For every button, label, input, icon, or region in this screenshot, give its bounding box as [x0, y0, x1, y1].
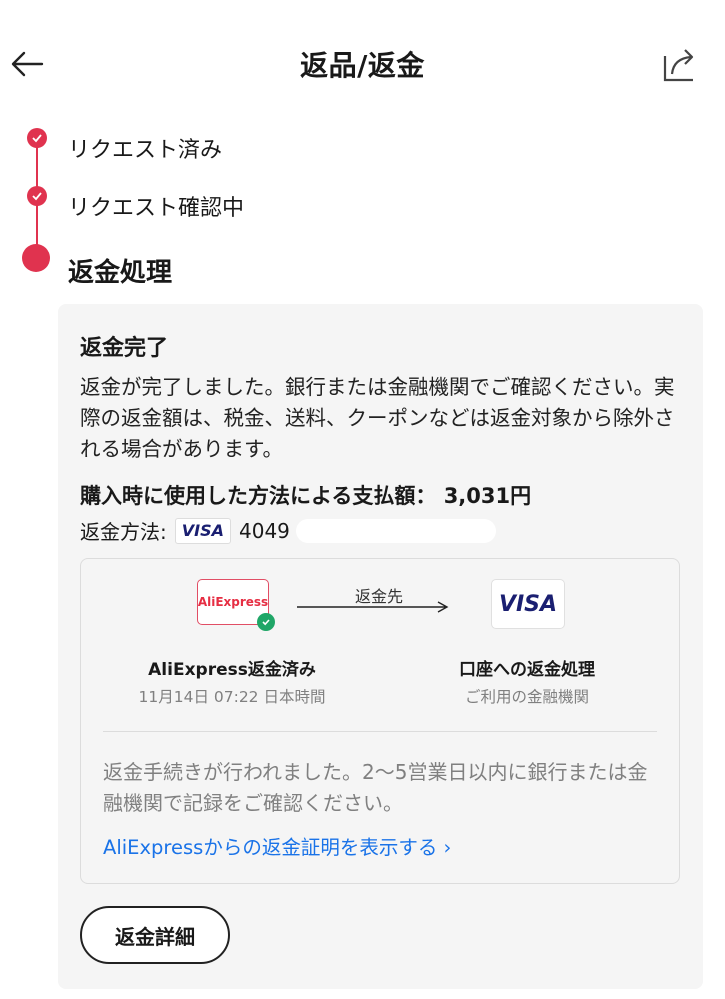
step-current-dot: [22, 244, 50, 272]
financial-institution-label: ご利用の金融機関: [464, 688, 589, 706]
paid-amount-line: 購入時に使用した方法による支払額： 3,031円: [80, 480, 531, 510]
step-refund-label: 返金処理: [68, 258, 173, 288]
page-title: 返品/返金: [300, 49, 425, 82]
refund-description: 返金が完了しました。銀行または金融機関でご確認ください。実際の返金額は、税金、送…: [80, 375, 675, 461]
refund-method-label: 返金方法:: [80, 520, 167, 544]
aliexpress-refunded-title: AliExpress返金済み: [148, 660, 316, 680]
redacted-area: [295, 518, 496, 543]
paid-amount-value: 3,031円: [443, 484, 532, 508]
refund-method-line: 返金方法: VISA 4049: [80, 516, 496, 545]
step-requested-label: リクエスト済み: [68, 138, 223, 163]
visa-logo: VISA: [491, 579, 565, 629]
share-icon: [663, 49, 694, 82]
divider: [103, 731, 657, 732]
account-refund-title: 口座への返金処理: [459, 660, 595, 680]
refund-timestamp: 11月14日 07:22 日本時間: [138, 688, 326, 706]
arrow-right-icon: [297, 601, 449, 613]
step-done-check-icon: [27, 128, 47, 148]
share-button[interactable]: [660, 44, 700, 84]
check-circle-icon: [257, 613, 275, 631]
refund-card: 返金完了 返金が完了しました。銀行または金融機関でご確認ください。実際の返金額は…: [58, 304, 703, 989]
step-done-check-icon: [27, 186, 47, 206]
refund-details-button[interactable]: 返金詳細: [80, 906, 230, 964]
visa-badge-icon: VISA: [174, 517, 231, 544]
refund-status-title: 返金完了: [80, 336, 169, 361]
card-number: 4049: [239, 518, 290, 543]
refund-proof-link[interactable]: AliExpressからの返金証明を表示する ›: [103, 831, 451, 860]
header-bar: 返品/返金: [0, 0, 725, 128]
refund-processing-note: 返金手続きが行われました。2〜5営業日以内に銀行または金融機関で記録をご確認くだ…: [103, 760, 648, 815]
paid-amount-label: 購入時に使用した方法による支払額：: [80, 484, 437, 508]
step-reviewing-label: リクエスト確認中: [68, 196, 245, 221]
refund-flow-box: AliExpress 返金先 VISA AliExpress返金済み 11月14…: [80, 558, 680, 884]
